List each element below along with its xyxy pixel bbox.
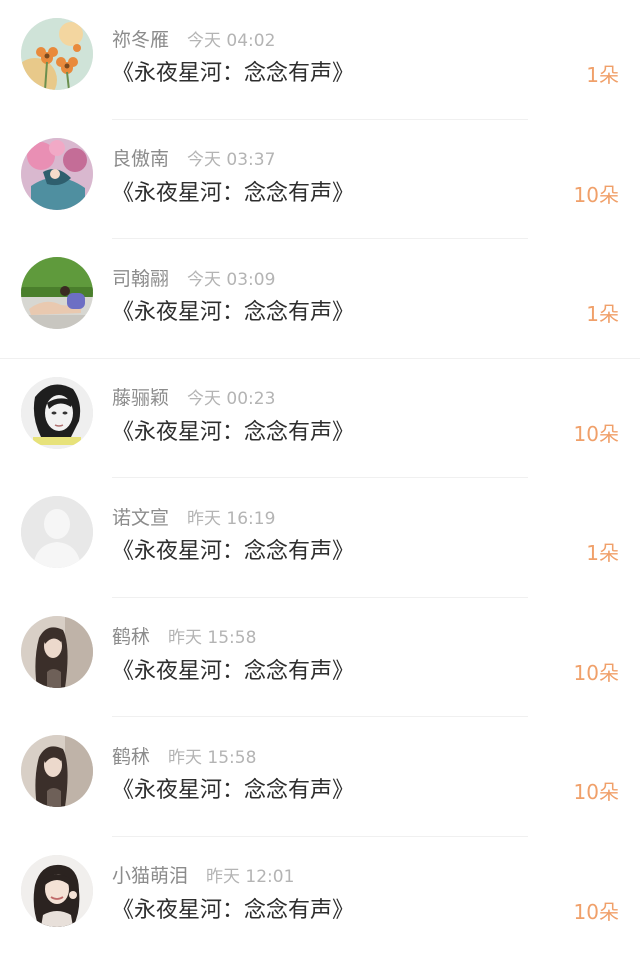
- timestamp: 今天 00:23: [187, 384, 275, 409]
- list-item[interactable]: 诺文宣 昨天 16:19 《永夜星河：念念有声》 1朵: [0, 478, 640, 598]
- user-name[interactable]: 藤骊颖: [112, 383, 169, 410]
- stretch-avatar-icon: [21, 257, 93, 329]
- item-meta: 鹤秫 昨天 15:58: [112, 622, 256, 650]
- list-item[interactable]: 鹤秫 昨天 15:58 《永夜星河：念念有声》 10朵: [0, 598, 640, 718]
- user-name[interactable]: 诺文宣: [112, 503, 169, 530]
- item-meta: 小猫萌泪 昨天 12:01: [112, 861, 294, 889]
- avatar[interactable]: [21, 616, 93, 688]
- gift-amount: 10朵: [574, 658, 619, 688]
- list-item[interactable]: 小猫萌泪 昨天 12:01 《永夜星河：念念有声》 10朵: [0, 837, 640, 956]
- avatar[interactable]: [21, 496, 93, 568]
- avatar[interactable]: [21, 855, 93, 927]
- timestamp: 昨天 15:58: [168, 743, 256, 768]
- item-meta: 藤骊颖 今天 00:23: [112, 383, 275, 411]
- list-item[interactable]: 良傲南 今天 03:37 《永夜星河：念念有声》 10朵: [0, 120, 640, 240]
- item-meta: 鹤秫 昨天 15:58: [112, 741, 256, 769]
- list-item[interactable]: 鹤秫 昨天 15:58 《永夜星河：念念有声》 10朵: [0, 717, 640, 837]
- gift-record-list: 祢冬雁 今天 04:02 《永夜星河：念念有声》 1朵 良傲南 今天 03:37…: [0, 0, 640, 956]
- avatar[interactable]: [21, 735, 93, 807]
- avatar[interactable]: [21, 377, 93, 449]
- item-meta: 诺文宣 昨天 16:19: [112, 502, 275, 530]
- user-name[interactable]: 良傲南: [112, 144, 169, 171]
- item-title: 《永夜星河：念念有声》: [112, 893, 354, 929]
- flowers-avatar-icon: [21, 18, 93, 90]
- list-item[interactable]: 藤骊颖 今天 00:23 《永夜星河：念念有声》 10朵: [0, 359, 640, 479]
- user-name[interactable]: 祢冬雁: [112, 25, 169, 52]
- timestamp: 今天 04:02: [187, 26, 275, 51]
- list-item[interactable]: 祢冬雁 今天 04:02 《永夜星河：念念有声》 1朵: [0, 0, 640, 120]
- gift-amount: 10朵: [574, 897, 619, 927]
- item-title: 《永夜星河：念念有声》: [112, 295, 354, 331]
- gift-amount: 10朵: [574, 180, 619, 210]
- user-name[interactable]: 司翰翮: [112, 264, 169, 291]
- gift-amount: 1朵: [586, 538, 619, 568]
- avatar[interactable]: [21, 257, 93, 329]
- girl-long-hair-avatar-icon: [21, 616, 93, 688]
- girl-long-hair-avatar-icon: [21, 735, 93, 807]
- item-meta: 良傲南 今天 03:37: [112, 144, 275, 172]
- gift-amount: 10朵: [574, 419, 619, 449]
- item-meta: 祢冬雁 今天 04:02: [112, 24, 275, 52]
- timestamp: 今天 03:09: [187, 265, 275, 290]
- avatar[interactable]: [21, 18, 93, 90]
- user-name[interactable]: 小猫萌泪: [112, 861, 188, 888]
- timestamp: 今天 03:37: [187, 145, 275, 170]
- list-item[interactable]: 司翰翮 今天 03:09 《永夜星河：念念有声》 1朵: [0, 239, 640, 359]
- gift-amount: 1朵: [586, 60, 619, 90]
- item-title: 《永夜星河：念念有声》: [112, 176, 354, 212]
- girl-smile-avatar-icon: [21, 855, 93, 927]
- item-title: 《永夜星河：念念有声》: [112, 415, 354, 451]
- item-meta: 司翰翮 今天 03:09: [112, 263, 275, 291]
- painting-avatar-icon: [21, 138, 93, 210]
- gift-amount: 1朵: [586, 299, 619, 329]
- user-name[interactable]: 鹤秫: [112, 742, 150, 769]
- default-user-avatar-icon: [21, 496, 93, 568]
- item-title: 《永夜星河：念念有声》: [112, 773, 354, 809]
- item-title: 《永夜星河：念念有声》: [112, 534, 354, 570]
- item-title: 《永夜星河：念念有声》: [112, 654, 354, 690]
- gift-amount: 10朵: [574, 777, 619, 807]
- timestamp: 昨天 12:01: [206, 862, 294, 887]
- item-title: 《永夜星河：念念有声》: [112, 56, 354, 92]
- user-name[interactable]: 鹤秫: [112, 622, 150, 649]
- timestamp: 昨天 15:58: [168, 623, 256, 648]
- timestamp: 昨天 16:19: [187, 504, 275, 529]
- bw-portrait-avatar-icon: [21, 377, 93, 449]
- avatar[interactable]: [21, 138, 93, 210]
